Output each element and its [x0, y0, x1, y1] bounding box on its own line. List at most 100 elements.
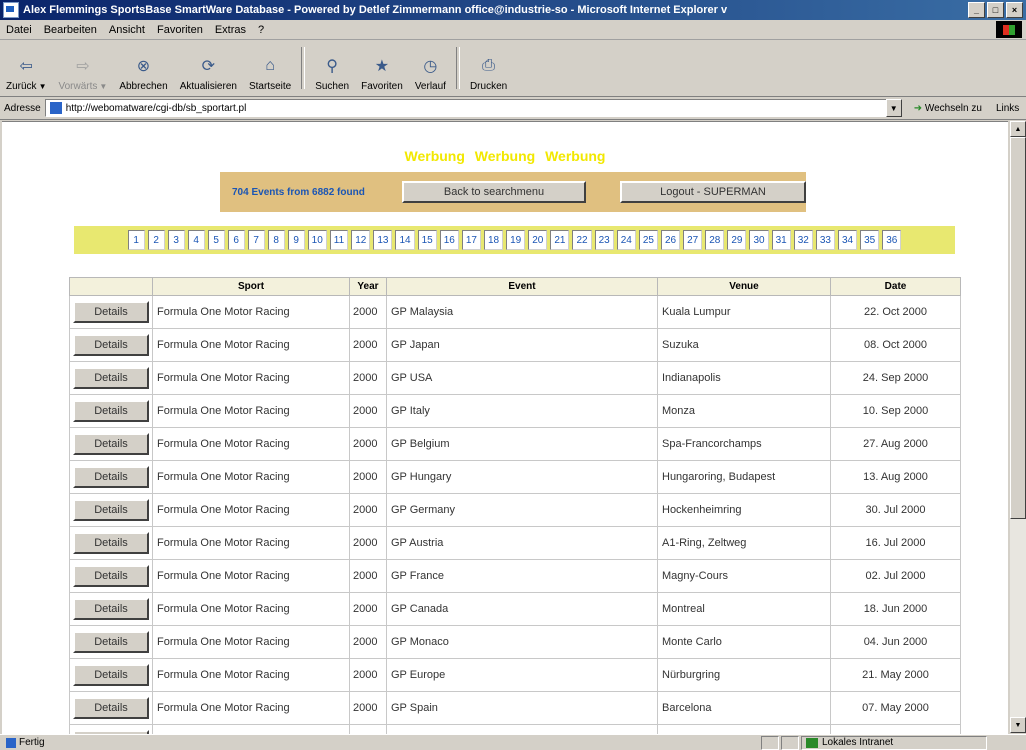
menu-ansicht[interactable]: Ansicht	[103, 24, 151, 36]
details-button[interactable]: Details	[73, 466, 149, 488]
details-button[interactable]: Details	[73, 598, 149, 620]
details-button[interactable]: Details	[73, 367, 149, 389]
cell-year: 2000	[349, 328, 387, 362]
page-link[interactable]: 2	[147, 230, 165, 250]
menu-favoriten[interactable]: Favoriten	[151, 24, 209, 36]
stop-button[interactable]: ⊗ Abbrechen	[119, 44, 167, 92]
page-link[interactable]: 3	[167, 230, 185, 250]
page-link[interactable]: 1	[127, 230, 145, 250]
cell-date: 04. Jun 2000	[830, 625, 961, 659]
scroll-thumb[interactable]	[1010, 137, 1026, 519]
cell-year: 2000	[349, 691, 387, 725]
back-button[interactable]: ⇦ Zurück ▼	[6, 44, 46, 92]
details-button[interactable]: Details	[73, 499, 149, 521]
vertical-scrollbar[interactable]: ▲ ▼	[1010, 121, 1026, 733]
address-dropdown-button[interactable]: ▼	[885, 99, 902, 117]
details-button[interactable]: Details	[73, 664, 149, 686]
search-button[interactable]: ⚲ Suchen	[315, 44, 349, 92]
forward-button[interactable]: ⇨ Vorwärts ▼	[58, 44, 107, 92]
page-link[interactable]: 29	[727, 230, 747, 250]
cell-venue: Nürburgring	[657, 658, 831, 692]
page-link[interactable]: 23	[594, 230, 614, 250]
security-zone: Lokales Intranet	[801, 735, 987, 750]
page-link[interactable]: 5	[207, 230, 225, 250]
events-table: Sport Year Event Venue Date Details Formu…	[69, 277, 961, 734]
toolbar: ⇦ Zurück ▼ ⇨ Vorwärts ▼ ⊗ Abbrechen ⟳ Aktu…	[0, 40, 1026, 97]
address-input[interactable]: http://webomatware/cgi-db/sb_sportart.pl	[44, 99, 901, 117]
cell-venue: Silverstone	[657, 724, 831, 734]
cell-date: 10. Sep 2000	[830, 394, 961, 428]
details-button[interactable]: Details	[73, 565, 149, 587]
scroll-down-button[interactable]: ▼	[1010, 717, 1026, 733]
page-link[interactable]: 32	[793, 230, 813, 250]
page-link[interactable]: 12	[351, 230, 371, 250]
page-link[interactable]: 7	[247, 230, 265, 250]
page-link[interactable]: 20	[528, 230, 548, 250]
page-link[interactable]: 13	[373, 230, 393, 250]
cell-year: 2000	[349, 427, 387, 461]
page-link[interactable]: 28	[705, 230, 725, 250]
cell-date: 27. Aug 2000	[830, 427, 961, 461]
back-to-search-button[interactable]: Back to searchmenu	[402, 181, 586, 203]
details-button[interactable]: Details	[73, 433, 149, 455]
table-row: Details Formula One Motor Racing 2000 GP Ge…	[69, 493, 961, 527]
links-button[interactable]: Links	[996, 103, 1019, 114]
page-link[interactable]: 22	[572, 230, 592, 250]
details-button[interactable]: Details	[73, 532, 149, 554]
page-link[interactable]: 36	[882, 230, 902, 250]
details-button[interactable]: Details	[73, 631, 149, 653]
table-row: Details Formula One Motor Racing 2000 GP Ma…	[69, 295, 961, 329]
page-link[interactable]: 25	[638, 230, 658, 250]
logout-button[interactable]: Logout - SUPERMAN	[620, 181, 806, 203]
page-link[interactable]: 14	[395, 230, 415, 250]
intranet-icon	[806, 737, 818, 748]
details-button[interactable]: Details	[73, 697, 149, 719]
print-button[interactable]: ⎙ Drucken	[470, 44, 507, 92]
favorites-button[interactable]: ★ Favoriten	[361, 44, 403, 92]
page-link[interactable]: 31	[771, 230, 791, 250]
page-link[interactable]: 15	[417, 230, 437, 250]
details-button[interactable]: Details	[73, 400, 149, 422]
go-button[interactable]: ➜ Wechseln zu	[914, 103, 982, 114]
menu-extras[interactable]: Extras	[209, 24, 252, 36]
page-link[interactable]: 10	[307, 230, 327, 250]
page-link[interactable]: 19	[506, 230, 526, 250]
cell-event: GP Malaysia	[386, 295, 658, 329]
page-link[interactable]: 4	[187, 230, 205, 250]
cell-sport: Formula One Motor Racing	[152, 724, 350, 734]
page-link[interactable]: 30	[749, 230, 769, 250]
page-link[interactable]: 8	[267, 230, 285, 250]
menu-help[interactable]: ?	[252, 24, 270, 36]
page-link[interactable]: 35	[860, 230, 880, 250]
home-icon: ⌂	[265, 57, 275, 74]
scroll-up-button[interactable]: ▲	[1010, 121, 1026, 137]
page-link[interactable]: 6	[227, 230, 245, 250]
cell-date: 30. Jul 2000	[830, 493, 961, 527]
page-link[interactable]: 16	[439, 230, 459, 250]
page-link[interactable]: 26	[660, 230, 681, 250]
page-link[interactable]: 34	[837, 230, 858, 250]
cell-sport: Formula One Motor Racing	[152, 658, 350, 692]
page-link[interactable]: 27	[683, 230, 703, 250]
cell-venue: A1-Ring, Zeltweg	[657, 526, 831, 560]
history-button[interactable]: ◷ Verlauf	[415, 44, 446, 92]
page-link[interactable]: 11	[329, 230, 349, 250]
details-button[interactable]: Details	[73, 334, 149, 356]
details-button[interactable]: Details	[73, 301, 149, 323]
maximize-button[interactable]: □	[987, 2, 1004, 18]
minimize-button[interactable]: _	[968, 2, 985, 18]
page-link[interactable]: 17	[461, 230, 481, 250]
table-row: Details Formula One Motor Racing 2000 GP Mo…	[69, 625, 961, 659]
page-link[interactable]: 21	[550, 230, 570, 250]
cell-event: GP Spain	[386, 691, 658, 725]
close-button[interactable]: ×	[1006, 2, 1023, 18]
go-arrow-icon: ➜	[913, 102, 923, 114]
refresh-button[interactable]: ⟳ Aktualisieren	[180, 44, 237, 92]
menu-datei[interactable]: Datei	[0, 24, 38, 36]
home-button[interactable]: ⌂ Startseite	[249, 44, 291, 92]
menu-bearbeiten[interactable]: Bearbeiten	[38, 24, 103, 36]
page-link[interactable]: 33	[815, 230, 835, 250]
page-link[interactable]: 9	[287, 230, 305, 250]
page-link[interactable]: 24	[616, 230, 636, 250]
page-link[interactable]: 18	[483, 230, 504, 250]
